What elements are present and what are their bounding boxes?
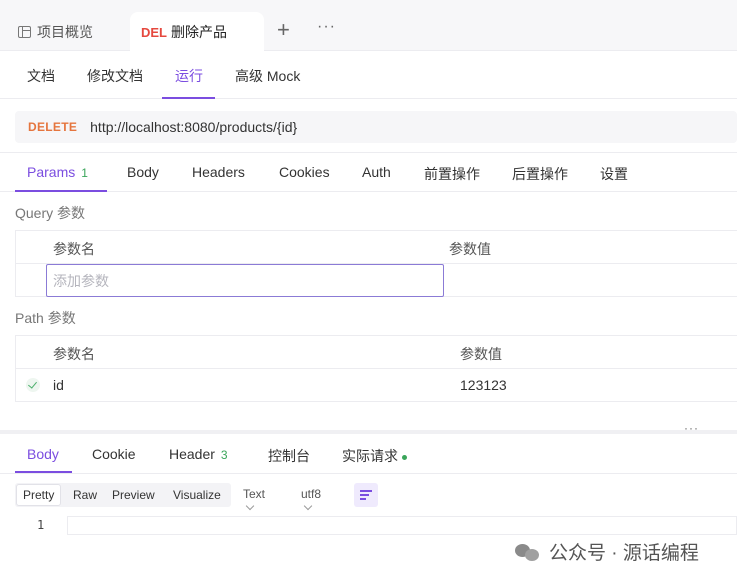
request-tabs: Params 1 Body Headers Cookies Auth 前置操作 后… <box>0 152 737 192</box>
http-method[interactable]: DELETE <box>28 120 77 134</box>
check-icon[interactable] <box>26 378 40 392</box>
wrap-icon <box>360 490 372 492</box>
chevron-down-icon <box>303 501 313 511</box>
select-value: Text <box>243 487 266 501</box>
tab-auth[interactable]: Auth <box>362 164 391 180</box>
param-value[interactable]: 123123 <box>460 377 507 393</box>
line-number: 1 <box>37 518 45 532</box>
more-tabs-button[interactable]: ··· <box>317 18 336 36</box>
format-segmented-control: Pretty Raw Preview Visualize <box>15 483 231 507</box>
format-preview[interactable]: Preview <box>106 484 161 506</box>
overview-icon <box>18 26 31 38</box>
tab-response-body[interactable]: Body <box>27 446 59 462</box>
format-raw[interactable]: Raw <box>67 484 103 506</box>
tab-params[interactable]: Params 1 <box>27 164 88 180</box>
wechat-icon <box>515 543 541 561</box>
tab-strip: 项目概览 DEL 删除产品 + ··· <box>0 0 737 52</box>
tab-response-cookie[interactable]: Cookie <box>92 446 136 462</box>
col-param-name: 参数名 <box>53 346 95 362</box>
wrap-icon <box>360 494 369 496</box>
active-underline <box>15 471 72 473</box>
format-visualize[interactable]: Visualize <box>167 484 227 506</box>
table-row: id 123123 <box>16 369 737 402</box>
add-param-input[interactable] <box>46 264 444 297</box>
col-param-value: 参数值 <box>449 241 491 257</box>
tab-body[interactable]: Body <box>127 164 159 180</box>
watermark: 公众号 · 源话编程 <box>515 538 699 565</box>
url-bar[interactable]: DELETE http://localhost:8080/products/{i… <box>15 111 737 143</box>
tab-pre-script[interactable]: 前置操作 <box>424 164 480 184</box>
table-row <box>16 264 737 297</box>
subnav-advanced-mock[interactable]: 高级 Mock <box>235 66 300 86</box>
query-params-table: 参数名 参数值 <box>15 230 737 297</box>
content-type-select[interactable]: Text <box>243 487 265 515</box>
tab-label: 实际请求 <box>342 448 398 464</box>
subnav-edit-docs[interactable]: 修改文档 <box>87 66 143 86</box>
wrap-icon <box>360 498 366 500</box>
param-name[interactable]: id <box>53 377 64 393</box>
table-header: 参数名 参数值 <box>16 336 737 369</box>
subnav-docs[interactable]: 文档 <box>27 66 55 86</box>
tab-label: Params <box>27 164 76 180</box>
tab-post-script[interactable]: 后置操作 <box>512 164 568 184</box>
tab-headers[interactable]: Headers <box>192 164 245 180</box>
path-params-table: 参数名 参数值 id 123123 <box>15 335 737 402</box>
tab-label: 项目概览 <box>37 24 93 40</box>
method-badge: DEL <box>141 24 167 40</box>
active-underline <box>15 190 107 192</box>
status-dot <box>402 454 407 460</box>
chevron-down-icon <box>245 501 255 511</box>
tab-cookies[interactable]: Cookies <box>279 164 330 180</box>
new-tab-button[interactable]: + <box>277 19 290 41</box>
code-line[interactable] <box>67 516 737 535</box>
tab-project-overview[interactable]: 项目概览 <box>18 22 93 42</box>
word-wrap-button[interactable] <box>354 483 378 507</box>
table-header: 参数名 参数值 <box>16 231 737 264</box>
tab-actual-request[interactable]: 实际请求 <box>342 446 407 466</box>
tab-delete-product[interactable]: DEL 删除产品 <box>130 12 264 52</box>
header-count: 3 <box>220 448 228 462</box>
encoding-select[interactable]: utf8 <box>301 487 321 515</box>
tab-label: 删除产品 <box>171 24 227 40</box>
path-params-label: Path 参数 <box>15 310 76 326</box>
panel-splitter[interactable] <box>0 430 737 434</box>
tab-label: Header <box>169 446 215 462</box>
query-params-label: Query 参数 <box>15 205 86 221</box>
active-underline <box>162 97 215 99</box>
select-value: utf8 <box>301 487 322 501</box>
url-input[interactable]: http://localhost:8080/products/{id} <box>90 119 297 135</box>
tab-console[interactable]: 控制台 <box>268 446 310 466</box>
subnav-run[interactable]: 运行 <box>175 66 203 86</box>
tab-settings[interactable]: 设置 <box>600 164 628 184</box>
params-count: 1 <box>81 166 88 180</box>
response-tabs: Body Cookie Header 3 控制台 实际请求 <box>0 435 737 474</box>
sub-nav: 文档 修改文档 运行 高级 Mock <box>0 52 737 99</box>
col-param-name: 参数名 <box>53 241 95 257</box>
tab-response-header[interactable]: Header 3 <box>169 446 228 462</box>
format-pretty[interactable]: Pretty <box>16 484 62 506</box>
watermark-text: 公众号 · 源话编程 <box>549 543 699 564</box>
col-param-value: 参数值 <box>460 346 502 362</box>
